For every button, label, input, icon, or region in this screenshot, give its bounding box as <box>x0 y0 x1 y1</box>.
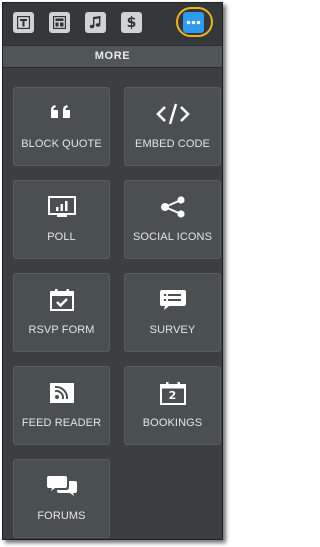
music-note-icon <box>89 16 102 29</box>
embed-code-tile[interactable]: EMBED CODE <box>124 87 221 166</box>
bookings-tile[interactable]: 2 BOOKINGS <box>124 366 221 445</box>
active-highlight-ring <box>176 7 213 37</box>
tile-label: RSVP FORM <box>28 324 95 336</box>
section-header: MORE <box>3 46 222 68</box>
tile-label: BOOKINGS <box>142 417 203 429</box>
commerce-tool-button[interactable]: $ <box>121 12 142 33</box>
quote-icon <box>14 100 109 128</box>
chat-bubbles-icon <box>14 472 109 500</box>
music-tool-button[interactable] <box>85 12 106 33</box>
dollar-icon: $ <box>126 14 137 31</box>
tile-label: EMBED CODE <box>135 138 210 150</box>
layout-icon <box>53 16 66 29</box>
calendar-date-glyph: 2 <box>168 389 177 402</box>
tile-label: POLL <box>47 231 76 243</box>
feed-reader-tile[interactable]: FEED READER <box>13 366 110 445</box>
tile-label: FORUMS <box>37 510 86 522</box>
list-icon <box>125 286 220 314</box>
element-toolbar: $ <box>3 3 222 46</box>
layout-tool-button[interactable] <box>49 12 70 33</box>
rss-icon <box>14 379 109 407</box>
calendar-icon: 2 <box>125 379 220 407</box>
code-icon <box>125 100 220 128</box>
survey-tile[interactable]: SURVEY <box>124 273 221 352</box>
tile-label: BLOCK QUOTE <box>21 138 102 150</box>
text-tool-button[interactable] <box>13 12 34 33</box>
tile-label: SURVEY <box>149 324 196 336</box>
forums-tile[interactable]: FORUMS <box>13 459 110 538</box>
bar-chart-icon <box>14 193 109 221</box>
rsvp-form-tile[interactable]: RSVP FORM <box>13 273 110 352</box>
tile-label: FEED READER <box>21 417 102 429</box>
poll-tile[interactable]: POLL <box>13 180 110 259</box>
social-icons-tile[interactable]: SOCIAL ICONS <box>124 180 221 259</box>
text-icon <box>17 16 30 29</box>
more-elements-panel: $ MORE BLOCK QUOTE EMBED CODE POLL SOCIA… <box>2 2 223 540</box>
tile-label: SOCIAL ICONS <box>132 231 213 243</box>
calendar-check-icon <box>14 286 109 314</box>
share-icon <box>125 193 220 221</box>
block-quote-tile[interactable]: BLOCK QUOTE <box>13 87 110 166</box>
